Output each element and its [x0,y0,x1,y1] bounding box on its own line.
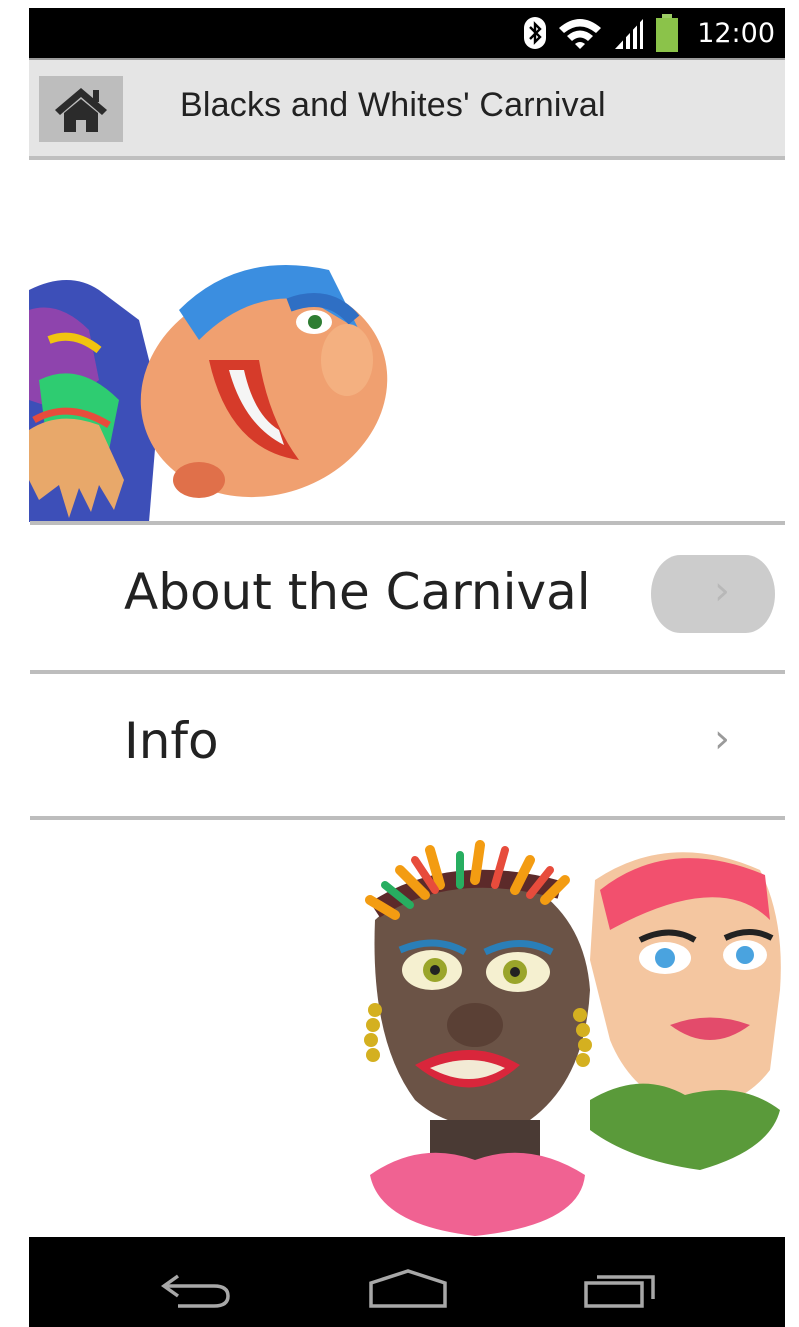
bluetooth-icon [524,17,547,49]
chevron-right-icon: › [714,716,730,762]
home-icon [55,88,107,132]
carnival-figure-image [29,265,388,522]
back-icon[interactable] [160,1270,232,1310]
navigation-bar [29,1237,785,1327]
action-bar-divider [29,156,785,160]
pressed-highlight [651,555,775,633]
menu-item-about[interactable]: About the Carnival › [30,525,785,669]
home-button[interactable] [39,76,123,142]
status-time: 12:00 [697,17,775,49]
menu-item-label: Info [124,712,219,770]
signal-icon [615,19,644,49]
recent-apps-icon[interactable] [583,1269,659,1309]
carnival-masks-image [364,840,781,1236]
status-bar: 12:00 [29,8,785,58]
action-bar: Blacks and Whites' Carnival [29,58,785,160]
home-nav-icon[interactable] [368,1269,448,1309]
page-title: Blacks and Whites' Carnival [180,86,606,124]
divider-bottom [30,816,785,820]
chevron-right-icon: › [714,568,730,614]
battery-icon [656,14,679,52]
wifi-icon [559,19,602,49]
menu-item-info[interactable]: Info › [30,674,785,818]
menu-item-label: About the Carnival [124,563,591,621]
